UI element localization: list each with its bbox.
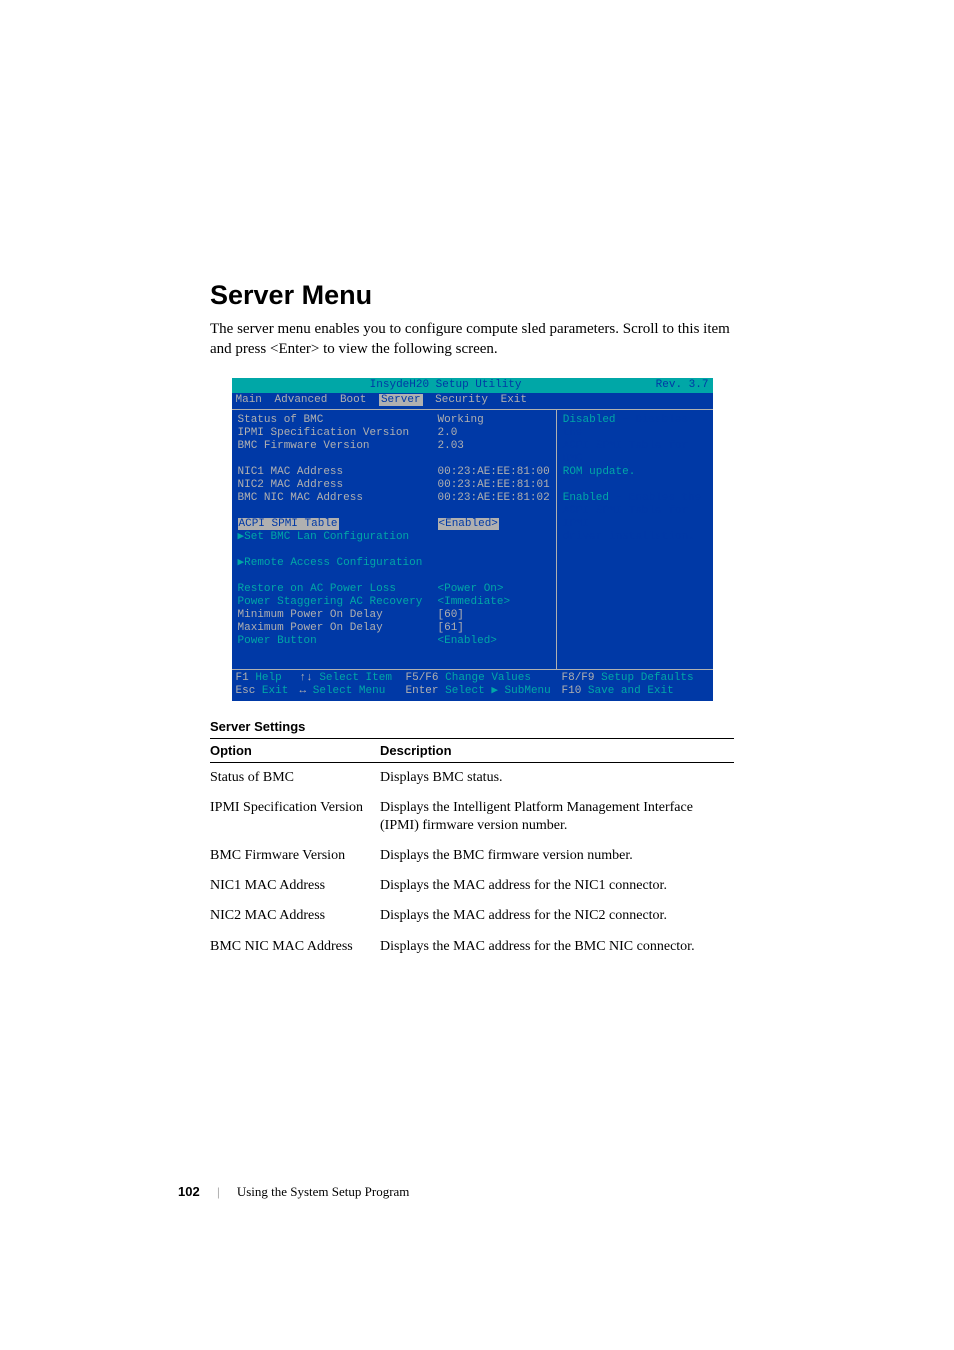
row-label: NIC1 MAC Address (238, 466, 438, 479)
row-value: 2.03 (438, 440, 550, 453)
footer-action: Help (255, 672, 281, 684)
section-title: Using the System Setup Program (237, 1184, 410, 1199)
submenu-link: ▶Set BMC Lan Configuration (238, 531, 410, 544)
settings-table: Option Description Status of BMCDisplays… (210, 738, 734, 962)
table-row: IPMI Specification VersionDisplays the I… (210, 793, 734, 841)
row-label: Minimum Power On Delay (238, 609, 438, 622)
desc-cell: Displays the MAC address for the BMC NIC… (380, 932, 734, 962)
help-text: ROM update. (563, 466, 707, 479)
footer-action: Select Menu (313, 685, 386, 697)
bios-title-bar: InsydeH20 Setup Utility Rev. 3.7 (232, 378, 713, 393)
option-cell: Status of BMC (210, 762, 380, 793)
row-value: <Immediate> (438, 596, 550, 609)
table-row: BMC NIC MAC AddressDisplays the MAC addr… (210, 932, 734, 962)
help-text: ACPI SPMI Table for BMC (563, 440, 707, 466)
bios-footer: F1 Help ↑↓ Select Item F5/F6 Change Valu… (232, 670, 713, 701)
footer-key: F10 (562, 685, 582, 697)
help-text: Disabled (563, 414, 616, 426)
tab-server: Server (379, 394, 423, 406)
option-cell: IPMI Specification Version (210, 793, 380, 841)
footer-key: Enter (406, 685, 439, 697)
row-label: Restore on AC Power Loss (238, 583, 438, 596)
submenu-link: ▶Remote Access Configuration (238, 557, 423, 570)
tab-main: Main (236, 394, 262, 406)
tab-advanced: Advanced (275, 394, 328, 406)
footer-key: F8/F9 (562, 672, 595, 684)
footer-key: F1 (236, 672, 249, 684)
tab-boot: Boot (340, 394, 366, 406)
row-label: IPMI Specification Version (238, 427, 438, 440)
tab-security: Security (435, 394, 488, 406)
page-footer: 102 | Using the System Setup Program (178, 1184, 409, 1200)
option-cell: NIC1 MAC Address (210, 871, 380, 901)
help-text: ACPI SPMI Table for IPMI (563, 505, 707, 531)
footer-sep: | (217, 1184, 220, 1199)
row-label: NIC2 MAC Address (238, 479, 438, 492)
footer-key: ↔ (300, 685, 307, 697)
footer-action: Select ▶ SubMenu (445, 685, 551, 697)
selected-value: <Enabled> (438, 518, 499, 530)
row-value: [61] (438, 622, 550, 635)
bios-title: InsydeH20 Setup Utility (370, 379, 522, 392)
help-text: driver installation. (563, 531, 707, 544)
help-text: – Enables the (609, 492, 701, 504)
bios-help-pane: Disabled – Disables the ACPI SPMI Table … (557, 410, 713, 669)
desc-cell: Displays the MAC address for the NIC2 co… (380, 901, 734, 931)
page-heading: Server Menu (210, 280, 734, 311)
intro-text: The server menu enables you to configure… (210, 319, 734, 360)
desc-cell: Displays BMC status. (380, 762, 734, 793)
row-value: 00:23:AE:EE:81:01 (438, 479, 550, 492)
table-row: Status of BMCDisplays BMC status. (210, 762, 734, 793)
bios-left-pane: Status of BMCWorking IPMI Specification … (232, 410, 557, 669)
footer-action: Select Item (319, 672, 392, 684)
row-value: <Power On> (438, 583, 550, 596)
table-caption: Server Settings (210, 719, 734, 734)
row-label: Status of BMC (238, 414, 438, 427)
row-label: BMC Firmware Version (238, 440, 438, 453)
option-cell: NIC2 MAC Address (210, 901, 380, 931)
row-label: BMC NIC MAC Address (238, 492, 438, 505)
footer-action: Setup Defaults (601, 672, 693, 684)
row-value: 00:23:AE:EE:81:02 (438, 492, 550, 505)
row-value: 00:23:AE:EE:81:00 (438, 466, 550, 479)
desc-cell: Displays the BMC firmware version number… (380, 841, 734, 871)
footer-key: F5/F6 (406, 672, 439, 684)
option-cell: BMC Firmware Version (210, 841, 380, 871)
row-value: [60] (438, 609, 550, 622)
option-cell: BMC NIC MAC Address (210, 932, 380, 962)
table-row: NIC2 MAC AddressDisplays the MAC address… (210, 901, 734, 931)
row-label: Power Staggering AC Recovery (238, 596, 438, 609)
row-label: Power Button (238, 635, 438, 648)
tab-exit: Exit (501, 394, 527, 406)
footer-action: Save and Exit (588, 685, 674, 697)
selected-label: ACPI SPMI Table (238, 518, 339, 530)
footer-action: Change Values (445, 672, 531, 684)
bios-screenshot: InsydeH20 Setup Utility Rev. 3.7 Main Ad… (232, 378, 713, 701)
row-label: Maximum Power On Delay (238, 622, 438, 635)
footer-action: Exit (262, 685, 288, 697)
row-value: Working (438, 414, 550, 427)
col-description: Description (380, 738, 734, 762)
row-value: <Enabled> (438, 635, 550, 648)
footer-key: Esc (236, 685, 256, 697)
bios-tabs: Main Advanced Boot Server Security Exit (232, 393, 713, 409)
desc-cell: Displays the Intelligent Platform Manage… (380, 793, 734, 841)
row-value: 2.0 (438, 427, 550, 440)
bios-rev: Rev. 3.7 (656, 379, 709, 392)
desc-cell: Displays the MAC address for the NIC1 co… (380, 871, 734, 901)
help-text: Enabled (563, 492, 609, 504)
col-option: Option (210, 738, 380, 762)
footer-key: ↑↓ (300, 672, 313, 684)
table-row: NIC1 MAC AddressDisplays the MAC address… (210, 871, 734, 901)
page-number: 102 (178, 1184, 200, 1199)
table-row: BMC Firmware VersionDisplays the BMC fir… (210, 841, 734, 871)
